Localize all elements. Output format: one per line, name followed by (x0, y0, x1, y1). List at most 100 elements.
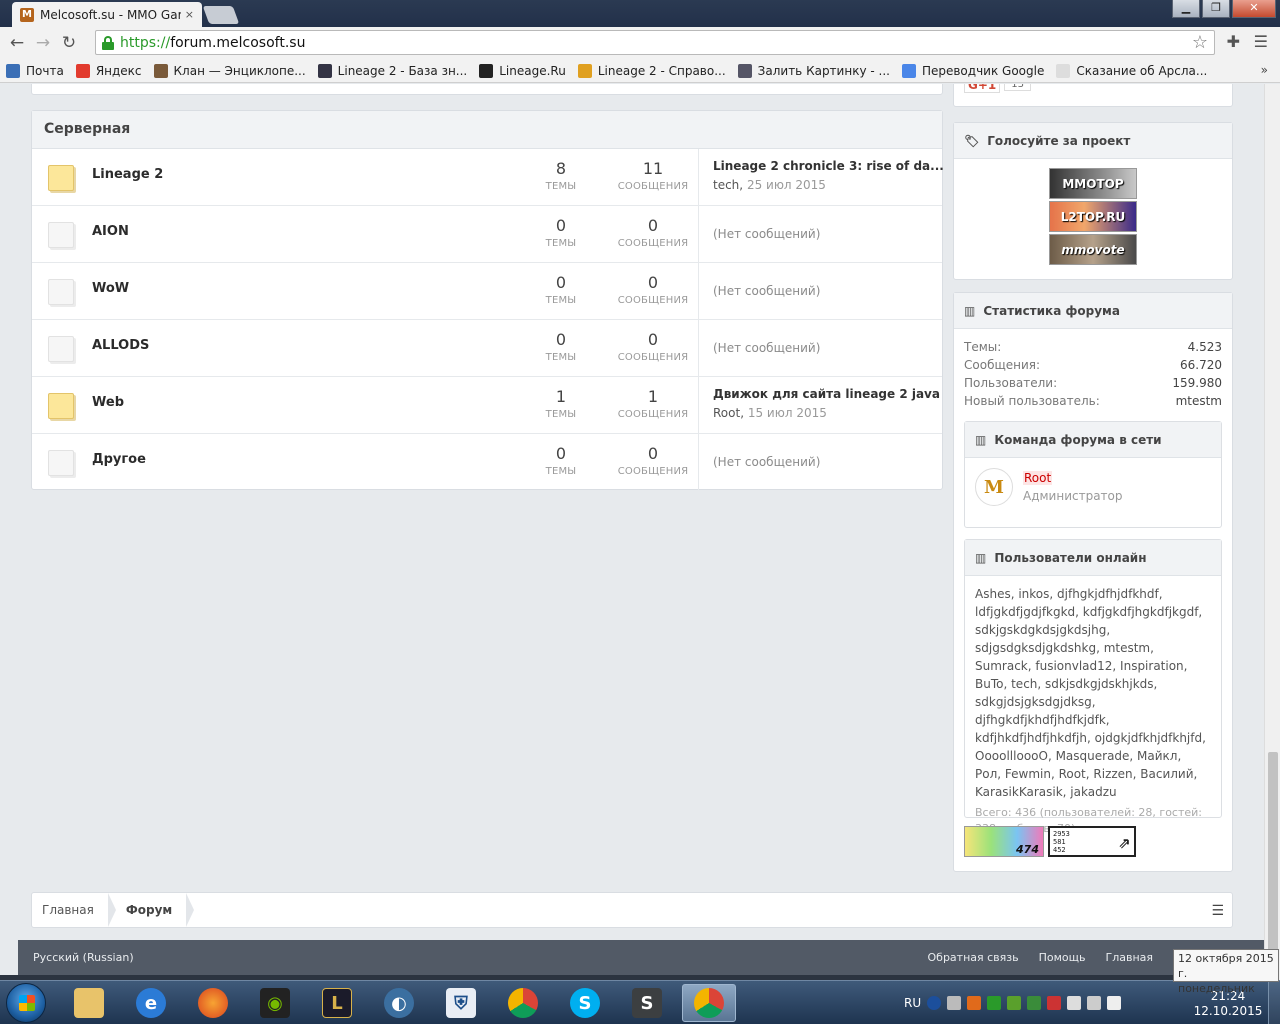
last-post-meta: tech, 25 июл 2015 (713, 178, 944, 192)
stats-row: Пользователи: 159.980 (964, 376, 1222, 394)
last-post-title[interactable]: Движок для сайта lineage 2 java (713, 387, 944, 401)
last-post-meta: Root, 15 июл 2015 (713, 406, 944, 420)
minimize-button[interactable]: ▁ (1172, 0, 1200, 18)
language-chooser[interactable]: Русский (Russian) (33, 951, 908, 964)
bookmark-item[interactable]: Сказание об Арсла... (1056, 63, 1207, 78)
last-post-title[interactable]: Lineage 2 chronicle 3: rise of da... (713, 159, 944, 173)
forum-status-icon[interactable] (48, 450, 74, 476)
forum-status-icon[interactable] (48, 279, 74, 305)
tab-close-icon[interactable]: × (185, 8, 194, 21)
forum-title[interactable]: WoW (92, 281, 129, 296)
stats-counter[interactable]: 2953 581 452 ⇗ (1048, 826, 1136, 857)
back-arrow-icon[interactable]: ← (4, 33, 30, 53)
extensions-puzzle-icon[interactable]: ✚ (1227, 32, 1240, 51)
page-footer: Русский (Russian) Обратная связь Помощь … (18, 940, 1264, 975)
chrome-active-taskbar-button[interactable] (682, 984, 736, 1022)
help-icon[interactable] (927, 996, 942, 1010)
last-post-date[interactable]: 25 июл 2015 (747, 178, 826, 192)
network-icon[interactable] (1087, 996, 1102, 1010)
stats-label: Пользователи: (964, 376, 1058, 390)
chrome-icon (694, 988, 724, 1018)
bookmarks-overflow-icon[interactable]: » (1261, 63, 1268, 77)
visit-counter[interactable]: 474 (964, 826, 1044, 857)
explorer-taskbar-button[interactable] (62, 984, 116, 1022)
forum-status-icon[interactable] (48, 222, 74, 248)
bar-chart-icon: ▥ (964, 303, 976, 318)
breadcrumb-current[interactable]: Форум (108, 893, 195, 927)
breadcrumb-home[interactable]: Главная (32, 893, 116, 927)
avatar[interactable]: M (975, 468, 1013, 506)
download-icon[interactable] (987, 996, 1002, 1010)
browser-tab[interactable]: M Melcosoft.su - MMO Gam × (12, 2, 202, 27)
bookmark-item[interactable]: Lineage 2 - Справо... (577, 63, 726, 78)
forum-status-icon[interactable] (48, 393, 74, 419)
forum-title[interactable]: ALLODS (92, 338, 149, 353)
address-bar[interactable]: https://forum.melcosoft.su ☆ (95, 30, 1215, 55)
forum-status-icon[interactable] (48, 336, 74, 362)
forum-title[interactable]: Lineage 2 (92, 167, 163, 182)
chrome-icon (508, 988, 538, 1018)
last-post-user[interactable]: Root, (713, 406, 744, 420)
bookmarks-bar: Почта Яндекс Клан — Энциклопе... Lineage 2 … (0, 59, 1280, 83)
footer-link-home[interactable]: Главная (1105, 951, 1153, 964)
reload-icon[interactable]: ↻ (56, 33, 82, 53)
l2top-banner[interactable]: L2TOP.RU (1049, 201, 1137, 232)
forum-threads-stat: 0 ТЕМЫ (516, 444, 606, 477)
media-taskbar-button[interactable]: ◐ (372, 984, 426, 1022)
action-center-icon[interactable] (1067, 996, 1082, 1010)
bookmark-item[interactable]: Залить Картинку - ... (737, 63, 890, 78)
bookmark-item[interactable]: Клан — Энциклопе... (153, 63, 306, 78)
security-taskbar-button[interactable]: ⛨ (434, 984, 488, 1022)
nvidia-taskbar-button[interactable]: ◉ (248, 984, 302, 1022)
new-tab-button[interactable] (202, 6, 240, 24)
flag-icon[interactable] (947, 996, 962, 1010)
gpu-icon[interactable] (1027, 996, 1042, 1010)
last-post-user[interactable]: tech, (713, 178, 743, 192)
forward-arrow-icon[interactable]: → (30, 33, 56, 53)
last-post-date[interactable]: 15 июл 2015 (748, 406, 827, 420)
skype-taskbar-button[interactable]: S (558, 984, 612, 1022)
bookmark-item[interactable]: Lineage 2 - База зн... (317, 63, 467, 78)
forum-title[interactable]: AION (92, 224, 129, 239)
speaker-icon[interactable] (1047, 996, 1062, 1010)
maximize-button[interactable]: ❐ (1202, 0, 1230, 18)
chrome-menu-icon[interactable]: ☰ (1254, 32, 1268, 51)
language-indicator[interactable]: RU (904, 996, 921, 1010)
footer-link-feedback[interactable]: Обратная связь (928, 951, 1019, 964)
mmotop-banner[interactable]: MMOTOP (1049, 168, 1137, 199)
lol-taskbar-button[interactable]: L (310, 984, 364, 1022)
footer-link-help[interactable]: Помощь (1039, 951, 1086, 964)
list-icon[interactable]: ☰ (1211, 903, 1224, 919)
bookmark-item[interactable]: Lineage.Ru (479, 63, 566, 78)
bookmark-item[interactable]: Переводчик Google (901, 63, 1044, 78)
mmovote-banner[interactable]: mmovote (1049, 234, 1137, 265)
avast-icon[interactable] (967, 996, 982, 1010)
scrollbar-thumb[interactable] (1268, 752, 1278, 972)
category-title[interactable]: Серверная (32, 111, 942, 149)
upload-icon[interactable] (1007, 996, 1022, 1010)
messages-count: 11 (642, 159, 664, 178)
ie-taskbar-button[interactable]: e (124, 984, 178, 1022)
stats-value[interactable]: mtestm (1176, 394, 1222, 412)
messages-count: 0 (647, 330, 659, 349)
forum-title[interactable]: Другое (92, 452, 146, 467)
volume-icon[interactable] (1107, 996, 1122, 1010)
firefox-taskbar-button[interactable] (186, 984, 240, 1022)
bookmark-item[interactable]: Яндекс (75, 63, 142, 78)
bookmark-label: Клан — Энциклопе... (173, 63, 306, 78)
window-close-button[interactable]: ✕ (1232, 0, 1276, 18)
sublime-taskbar-button[interactable]: S (620, 984, 674, 1022)
online-users-list[interactable]: Ashes, inkos, djfhgkjdfhjdfkhdf, ldfjgkd… (965, 576, 1221, 801)
chrome-taskbar-button[interactable] (496, 984, 550, 1022)
bookmark-item[interactable]: Почта (6, 63, 64, 78)
page-scrollbar[interactable] (1264, 84, 1280, 980)
team-member-name[interactable]: Root (1023, 471, 1053, 485)
start-button[interactable] (6, 983, 46, 1023)
gplus-button[interactable]: G+1 13 (964, 84, 1031, 94)
forum-status-icon[interactable] (48, 165, 74, 191)
bookmark-star-icon[interactable]: ☆ (1192, 32, 1208, 53)
forum-title[interactable]: Web (92, 395, 124, 410)
last-post: Движок для сайта lineage 2 java Root, 15… (698, 377, 944, 433)
bookmark-favicon-icon (901, 63, 916, 78)
breadcrumb: Главная Форум ☰ (31, 892, 1233, 928)
